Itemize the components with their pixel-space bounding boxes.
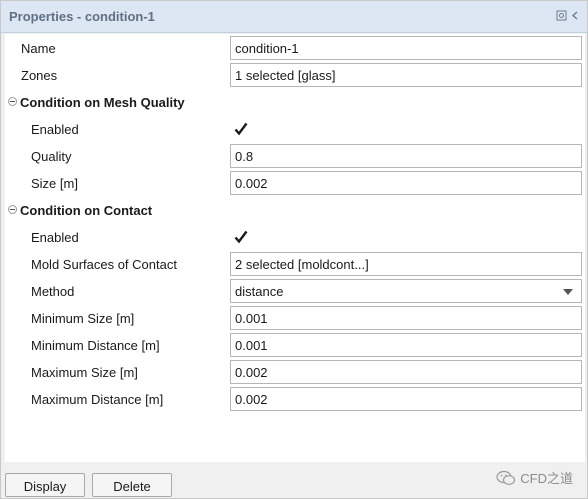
row-contact-enabled: Enabled: [5, 224, 585, 251]
mold-surfaces-label: Mold Surfaces of Contact: [31, 257, 177, 272]
delete-button[interactable]: Delete: [92, 473, 172, 497]
max-size-field[interactable]: 0.002: [230, 360, 582, 384]
size-field[interactable]: 0.002: [230, 171, 582, 195]
row-method: Method distance: [5, 278, 585, 305]
section-mesh-quality-title: Condition on Mesh Quality: [20, 95, 185, 110]
mq-enabled-label: Enabled: [31, 122, 79, 137]
size-label: Size [m]: [31, 176, 78, 191]
contact-enabled-label: Enabled: [31, 230, 79, 245]
section-mesh-quality[interactable]: Condition on Mesh Quality: [5, 89, 585, 116]
row-quality: Quality 0.8: [5, 143, 585, 170]
row-min-size: Minimum Size [m] 0.001: [5, 305, 585, 332]
name-label: Name: [21, 41, 56, 56]
row-zones: Zones 1 selected [glass]: [5, 62, 585, 89]
property-grid: Name condition-1 Zones 1 selected [glass…: [5, 34, 585, 462]
zones-label: Zones: [21, 68, 58, 83]
display-button[interactable]: Display: [5, 473, 85, 497]
watermark-text: CFD之道: [520, 471, 573, 486]
mq-enabled-checkbox[interactable]: [233, 121, 249, 137]
collapse-icon[interactable]: [8, 205, 17, 214]
min-distance-field[interactable]: 0.001: [230, 333, 582, 357]
contact-enabled-checkbox[interactable]: [233, 229, 249, 245]
row-size: Size [m] 0.002: [5, 170, 585, 197]
section-contact-title: Condition on Contact: [20, 203, 153, 218]
section-contact[interactable]: Condition on Contact: [5, 197, 585, 224]
quality-field[interactable]: 0.8: [230, 144, 582, 168]
watermark: CFD之道: [496, 468, 573, 487]
name-field[interactable]: condition-1: [230, 36, 582, 60]
row-mold-surfaces: Mold Surfaces of Contact 2 selected [mol…: [5, 251, 585, 278]
panel-titlebar: Properties - condition-1: [1, 1, 587, 33]
max-size-label: Maximum Size [m]: [31, 365, 138, 380]
quality-label: Quality: [31, 149, 72, 164]
method-label: Method: [31, 284, 75, 299]
min-distance-label: Minimum Distance [m]: [31, 338, 160, 353]
method-select[interactable]: distance: [230, 279, 582, 303]
row-min-distance: Minimum Distance [m] 0.001: [5, 332, 585, 359]
row-name: Name condition-1: [5, 35, 585, 62]
max-distance-label: Maximum Distance [m]: [31, 392, 164, 407]
max-distance-field[interactable]: 0.002: [230, 387, 582, 411]
mold-surfaces-field[interactable]: 2 selected [moldcont...]: [230, 252, 582, 276]
min-size-field[interactable]: 0.001: [230, 306, 582, 330]
properties-panel: Properties - condition-1 Name condition-…: [0, 0, 588, 499]
wechat-icon: [496, 470, 516, 485]
collapse-icon[interactable]: [8, 97, 17, 106]
row-mq-enabled: Enabled: [5, 116, 585, 143]
row-max-distance: Maximum Distance [m] 0.002: [5, 386, 585, 413]
chevron-down-icon[interactable]: [563, 289, 573, 295]
row-max-size: Maximum Size [m] 0.002: [5, 359, 585, 386]
min-size-label: Minimum Size [m]: [31, 311, 135, 326]
panel-title: Properties - condition-1: [9, 9, 155, 24]
collapse-panel-icon[interactable]: [570, 10, 581, 21]
pin-icon[interactable]: [556, 10, 567, 21]
zones-field[interactable]: 1 selected [glass]: [230, 63, 582, 87]
